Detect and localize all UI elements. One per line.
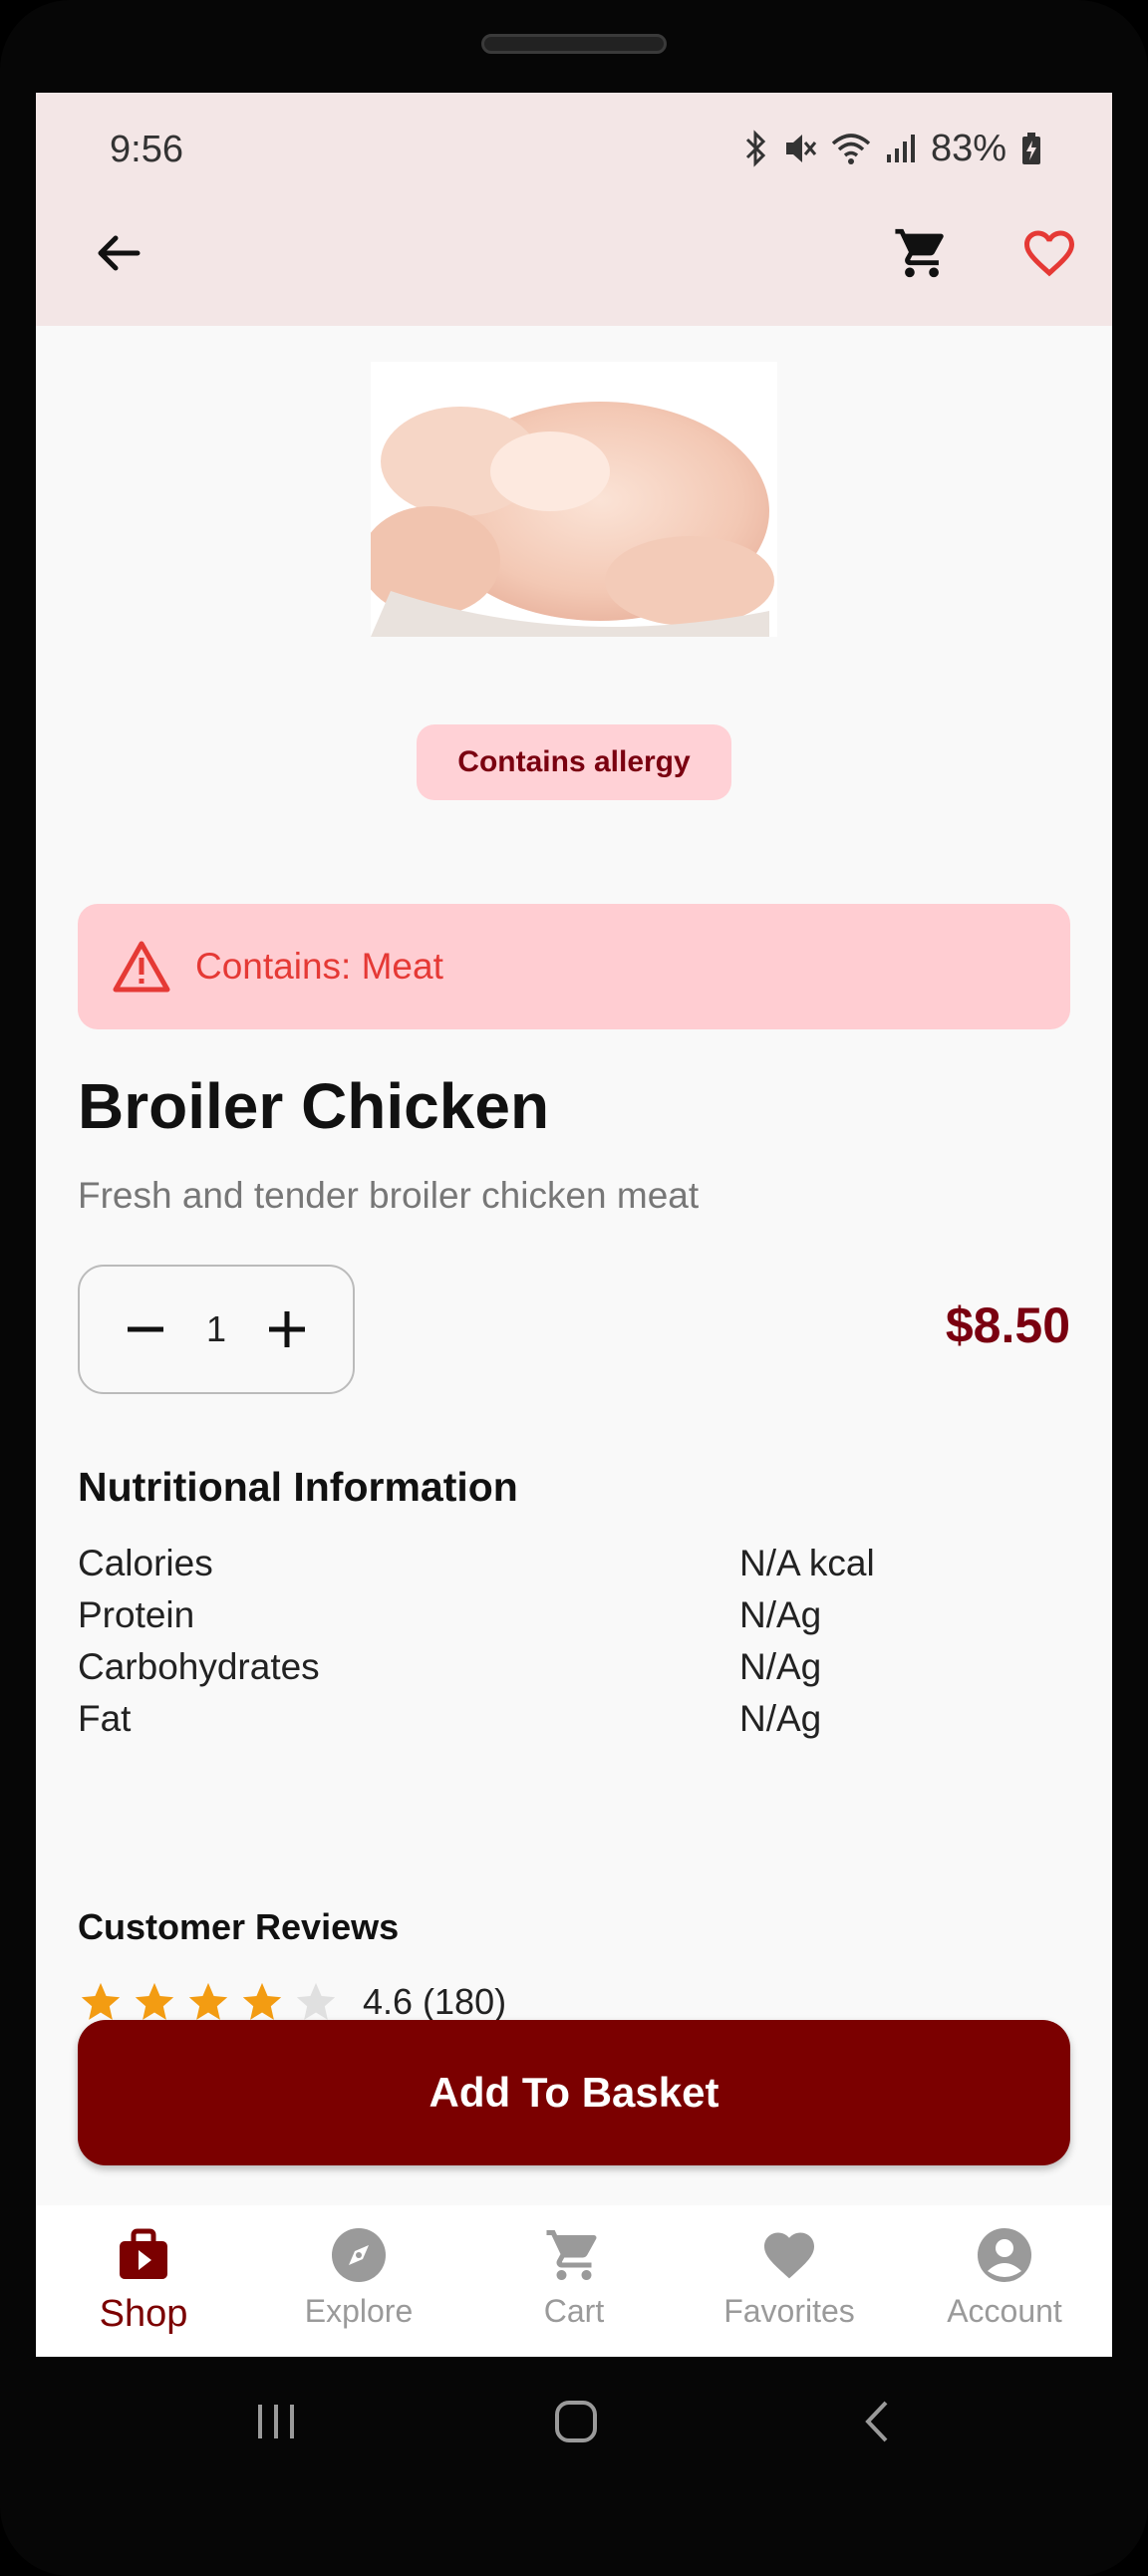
home-icon bbox=[555, 2401, 597, 2442]
heart-icon bbox=[764, 2232, 814, 2279]
system-back-button[interactable] bbox=[829, 2372, 929, 2471]
nutrition-value: N/Ag bbox=[739, 1698, 822, 1739]
favorite-button[interactable] bbox=[1004, 208, 1094, 298]
nav-item-favorites[interactable]: Favorites bbox=[682, 2205, 897, 2357]
status-time: 9:56 bbox=[110, 129, 183, 170]
app-screen: 9:56 83% Contains allergy Contains: Meat… bbox=[36, 93, 1112, 2357]
star-empty-icon bbox=[296, 1982, 336, 2020]
reviews-title: Customer Reviews bbox=[78, 1906, 400, 1947]
battery-percentage: 83% bbox=[930, 127, 1006, 169]
nutrition-value: N/A kcal bbox=[739, 1543, 875, 1583]
nutrition-row: Carbohydrates N/Ag bbox=[78, 1641, 1070, 1693]
earpiece-speaker bbox=[481, 34, 667, 54]
nav-label-explore: Explore bbox=[304, 2293, 414, 2329]
rating-text: 4.6 (180) bbox=[363, 1981, 507, 2022]
nav-item-account[interactable]: Account bbox=[897, 2205, 1112, 2357]
nav-label-account: Account bbox=[947, 2293, 1062, 2329]
allergy-chip: Contains allergy bbox=[417, 724, 731, 800]
increase-quantity-button[interactable] bbox=[257, 1299, 317, 1359]
quantity-value: 1 bbox=[205, 1308, 227, 1349]
top-app-bar: 9:56 83% bbox=[36, 93, 1112, 326]
recent-apps-icon bbox=[258, 2405, 294, 2438]
nutrition-title: Nutritional Information bbox=[78, 1464, 518, 1510]
chevron-left-icon bbox=[865, 2401, 888, 2442]
phone-frame: 9:56 83% Contains allergy Contains: Meat… bbox=[0, 0, 1148, 2576]
bottom-navigation: Shop Explore Cart Favorites Account bbox=[36, 2205, 1112, 2357]
cart-button[interactable] bbox=[877, 208, 967, 298]
signal-icon bbox=[885, 133, 917, 164]
product-title: Broiler Chicken bbox=[78, 1070, 550, 1142]
mute-icon bbox=[783, 131, 817, 166]
home-button[interactable] bbox=[526, 2372, 626, 2471]
nutrition-row: Fat N/Ag bbox=[78, 1693, 1070, 1745]
nutrition-label: Protein bbox=[78, 1594, 195, 1635]
nutrition-label: Carbohydrates bbox=[78, 1646, 320, 1687]
allergen-warning-text: Contains: Meat bbox=[195, 946, 443, 987]
star-rating bbox=[78, 1979, 339, 2025]
system-navigation-bar bbox=[0, 2357, 1148, 2486]
shopping-cart-icon bbox=[895, 228, 944, 278]
star-filled-icon bbox=[242, 1982, 282, 2020]
nutrition-value: N/Ag bbox=[739, 1594, 822, 1635]
back-button[interactable] bbox=[74, 208, 163, 298]
bluetooth-icon bbox=[743, 130, 769, 167]
plus-icon bbox=[269, 1311, 305, 1347]
product-image bbox=[361, 362, 777, 637]
nav-item-cart[interactable]: Cart bbox=[466, 2205, 682, 2357]
warning-triangle-icon bbox=[113, 941, 170, 993]
product-price: $8.50 bbox=[945, 1297, 1070, 1353]
nav-label-cart: Cart bbox=[543, 2293, 605, 2329]
product-description: Fresh and tender broiler chicken meat bbox=[78, 1175, 700, 1216]
decrease-quantity-button[interactable] bbox=[116, 1299, 175, 1359]
quantity-stepper: 1 bbox=[78, 1265, 355, 1394]
nutrition-table: Calories N/A kcal Protein N/Ag Carbohydr… bbox=[78, 1538, 1070, 1745]
compass-icon bbox=[332, 2228, 386, 2282]
battery-charging-icon bbox=[1020, 132, 1042, 165]
nutrition-value: N/Ag bbox=[739, 1646, 822, 1687]
nutrition-label: Fat bbox=[78, 1698, 132, 1739]
nav-item-shop[interactable]: Shop bbox=[36, 2205, 251, 2357]
minus-icon bbox=[128, 1326, 163, 1332]
recent-apps-button[interactable] bbox=[227, 2372, 327, 2471]
cart-icon bbox=[546, 2230, 597, 2280]
star-filled-icon bbox=[81, 1982, 121, 2020]
allergen-warning-banner: Contains: Meat bbox=[78, 904, 1070, 1029]
nutrition-label: Calories bbox=[78, 1543, 213, 1583]
nutrition-row: Calories N/A kcal bbox=[78, 1538, 1070, 1589]
star-filled-icon bbox=[135, 1982, 174, 2020]
nav-item-explore[interactable]: Explore bbox=[251, 2205, 466, 2357]
account-circle-icon bbox=[978, 2228, 1031, 2282]
star-filled-icon bbox=[188, 1982, 228, 2020]
add-to-basket-button[interactable]: Add To Basket bbox=[78, 2020, 1070, 2165]
nutrition-row: Protein N/Ag bbox=[78, 1589, 1070, 1641]
wifi-icon bbox=[831, 132, 871, 165]
heart-outline-icon bbox=[1024, 230, 1074, 277]
shopping-bag-icon bbox=[120, 2228, 167, 2279]
nav-label-shop: Shop bbox=[99, 2293, 188, 2335]
nav-label-favorites: Favorites bbox=[723, 2293, 855, 2329]
arrow-back-icon bbox=[98, 235, 141, 271]
status-icons: 83% bbox=[743, 127, 1042, 170]
